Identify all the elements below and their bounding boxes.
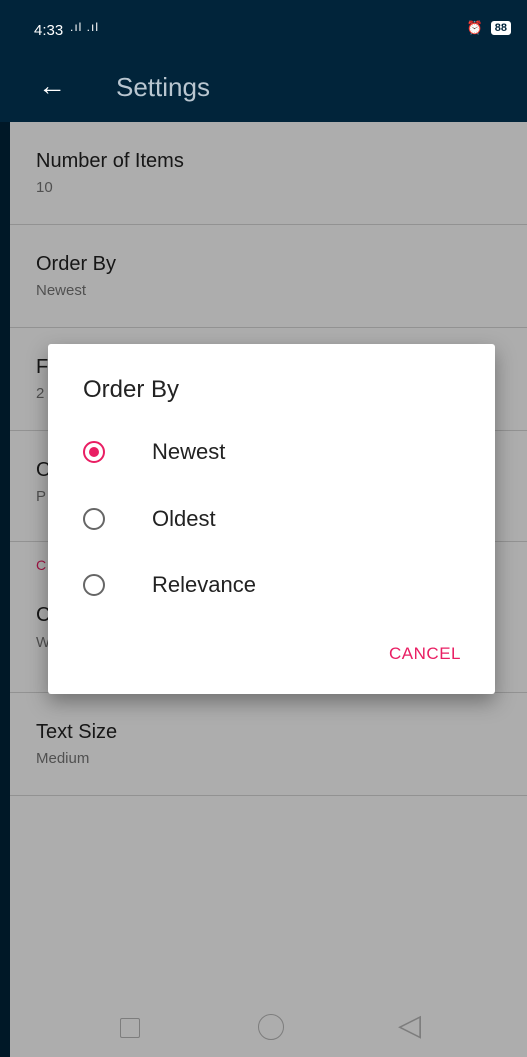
back-icon[interactable]: ◁	[398, 1008, 421, 1043]
radio-unchecked-icon[interactable]	[83, 574, 105, 596]
option-newest[interactable]: Newest	[83, 430, 463, 474]
option-label: Oldest	[152, 506, 216, 531]
app-bar: ← Settings	[0, 60, 527, 122]
dialog-title: Order By	[83, 376, 180, 403]
recent-apps-icon[interactable]	[120, 1018, 140, 1038]
alarm-icon: ⏰	[466, 20, 483, 35]
status-bar: 4:33 .ıl .ıl ⏰ 88	[0, 0, 527, 60]
cancel-button[interactable]: CANCEL	[389, 644, 461, 664]
home-icon[interactable]	[258, 1014, 284, 1040]
order-by-dialog: Order By Newest Oldest Relevance CANCEL	[48, 344, 495, 694]
option-label: Newest	[152, 439, 226, 464]
back-arrow-icon[interactable]: ←	[38, 70, 66, 102]
status-time: 4:33	[34, 22, 64, 39]
battery-icon: 88	[490, 21, 511, 35]
option-oldest[interactable]: Oldest	[83, 497, 463, 541]
radio-checked-icon[interactable]	[83, 441, 105, 463]
signal-icon: .ıl .ıl	[70, 20, 100, 34]
radio-unchecked-icon[interactable]	[83, 508, 105, 530]
page-title: Settings	[116, 72, 210, 102]
option-label: Relevance	[152, 572, 256, 597]
status-right: ⏰ 88	[467, 20, 511, 36]
option-relevance[interactable]: Relevance	[83, 563, 463, 607]
